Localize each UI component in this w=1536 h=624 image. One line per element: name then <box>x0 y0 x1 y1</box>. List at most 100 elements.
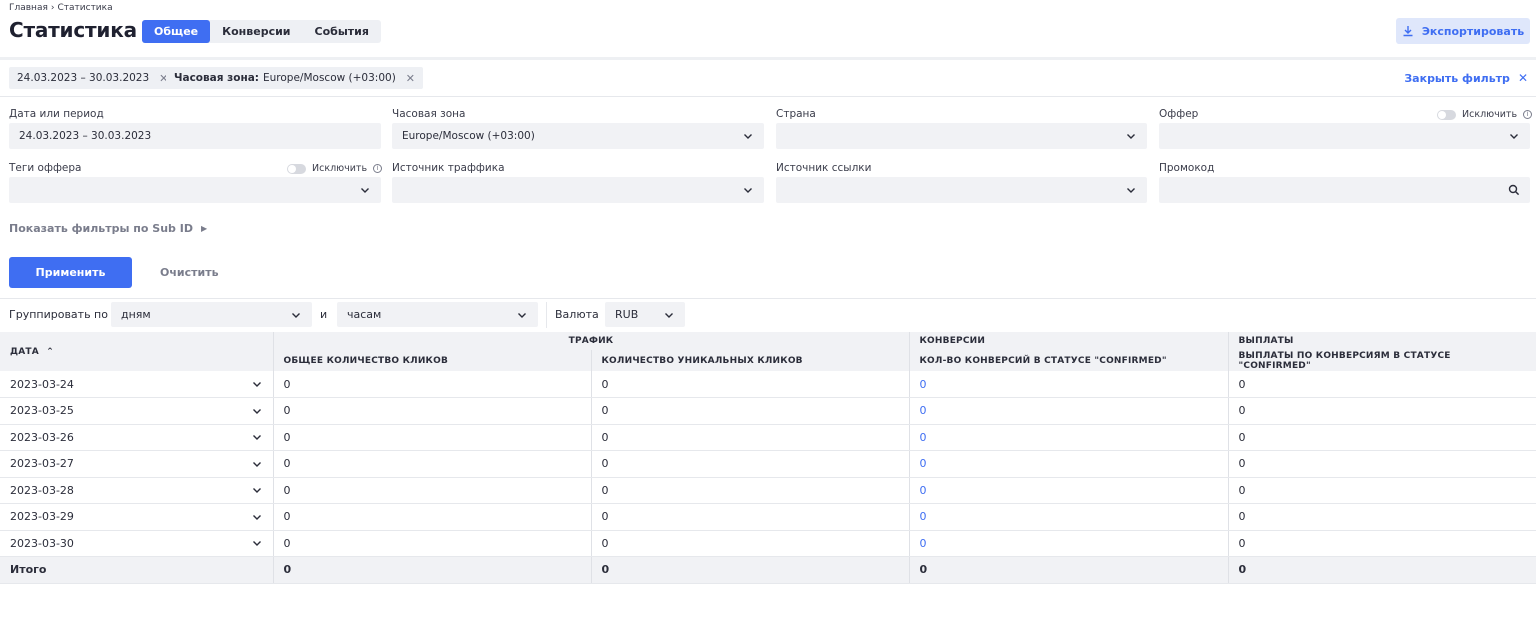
chevron-down-icon[interactable] <box>251 431 263 443</box>
export-button[interactable]: Экспортировать <box>1396 18 1530 44</box>
total-clicks-cell: 0 <box>272 424 591 451</box>
date-label: Дата или период <box>9 108 104 120</box>
conversions-link[interactable]: 0 <box>908 477 1228 504</box>
unique-clicks-sum: 0 <box>590 556 909 584</box>
divider <box>546 302 547 328</box>
date-cell: 2023-03-27 <box>0 450 273 478</box>
close-filter-button[interactable]: Закрыть фильтр ✕ <box>1404 71 1528 85</box>
row-date: 2023-03-28 <box>10 483 74 497</box>
tab-general[interactable]: Общее <box>142 20 211 43</box>
country-label: Страна <box>776 108 816 120</box>
traffic-source-select[interactable] <box>392 177 764 203</box>
total-label: Итого <box>0 556 273 584</box>
total-clicks-cell: 0 <box>272 477 591 504</box>
chevron-down-icon[interactable] <box>251 484 263 496</box>
table-row: 2023-03-30 0 0 0 0 <box>0 530 1536 557</box>
subid-label: Показать фильтры по Sub ID <box>9 222 193 235</box>
unique-clicks-cell: 0 <box>590 424 909 451</box>
conversions-link[interactable]: 0 <box>908 424 1228 451</box>
currency-select[interactable]: RUB <box>605 302 685 327</box>
payouts-cell: 0 <box>1227 530 1536 557</box>
country-select[interactable] <box>776 123 1147 149</box>
unique-clicks-cell: 0 <box>590 450 909 478</box>
promo-search-input[interactable] <box>1159 177 1530 203</box>
payouts-cell: 0 <box>1227 450 1536 478</box>
chip-date-value: 24.03.2023 – 30.03.2023 <box>17 72 150 84</box>
row-date: 2023-03-30 <box>10 536 74 550</box>
chevron-down-icon[interactable] <box>251 378 263 390</box>
row-date: 2023-03-29 <box>10 510 74 524</box>
date-header-label: ДАТА <box>10 346 39 357</box>
export-label: Экспортировать <box>1421 24 1525 38</box>
divider <box>0 96 1536 97</box>
total-clicks-cell: 0 <box>272 450 591 478</box>
offer-tags-select[interactable] <box>9 177 381 203</box>
chevron-down-icon <box>361 188 369 193</box>
date-cell: 2023-03-30 <box>0 530 273 557</box>
timezone-value: Europe/Moscow (+03:00) <box>402 130 535 142</box>
toggle-switch[interactable] <box>1437 109 1456 120</box>
view-tabs: Общее Конверсии События <box>142 20 381 43</box>
timezone-select[interactable]: Europe/Moscow (+03:00) <box>392 123 764 149</box>
chevron-down-icon <box>292 312 300 318</box>
traffic-source-label: Источник траффика <box>392 162 505 174</box>
total-clicks-cell: 0 <box>272 530 591 557</box>
divider <box>0 298 1536 299</box>
chevron-down-icon <box>1127 134 1135 139</box>
info-icon: i <box>373 164 383 173</box>
clear-button[interactable]: Очистить <box>160 266 219 279</box>
currency-label: Валюта <box>555 308 599 321</box>
date-cell: 2023-03-26 <box>0 424 273 451</box>
chevron-down-icon[interactable] <box>251 537 263 549</box>
tab-events[interactable]: События <box>303 20 381 43</box>
group-by-first-select[interactable]: дням <box>111 302 312 327</box>
payouts-cell: 0 <box>1227 503 1536 531</box>
conversions-link[interactable]: 0 <box>908 530 1228 557</box>
currency-value: RUB <box>615 308 639 321</box>
chevron-down-icon[interactable] <box>251 511 263 523</box>
total-row: Итого 0 0 0 0 <box>0 556 1536 584</box>
search-icon[interactable] <box>1508 184 1520 196</box>
conversions-link[interactable]: 0 <box>908 371 1228 398</box>
offer-exclude-toggle[interactable]: Исключить i <box>1437 109 1533 120</box>
date-period-input[interactable]: 24.03.2023 – 30.03.2023 <box>9 123 381 149</box>
offer-select[interactable] <box>1159 123 1530 149</box>
breadcrumb-home[interactable]: Главная <box>9 3 48 13</box>
link-source-select[interactable] <box>776 177 1147 203</box>
payouts-cell: 0 <box>1227 424 1536 451</box>
subid-filters-toggle[interactable]: Показать фильтры по Sub ID ▶ <box>9 222 207 235</box>
date-column-header[interactable]: ДАТА ⌃ <box>0 332 273 371</box>
conversions-header[interactable]: КОЛ-ВО КОНВЕРСИЙ В СТАТУСЕ "CONFIRMED" <box>908 350 1228 371</box>
group-by-second-select[interactable]: часам <box>337 302 538 327</box>
payouts-header[interactable]: ВЫПЛАТЫ ПО КОНВЕРСИЯМ В СТАТУСЕ "CONFIRM… <box>1227 350 1536 371</box>
tab-conversions[interactable]: Конверсии <box>210 20 302 43</box>
close-icon[interactable]: ✕ <box>406 72 415 85</box>
date-cell: 2023-03-25 <box>0 397 273 425</box>
total-clicks-header[interactable]: ОБЩЕЕ КОЛИЧЕСТВО КЛИКОВ <box>272 350 591 371</box>
chevron-down-icon[interactable] <box>251 405 263 417</box>
chevron-down-icon <box>1510 134 1518 139</box>
table-row: 2023-03-26 0 0 0 0 <box>0 424 1536 451</box>
apply-button[interactable]: Применить <box>9 257 132 288</box>
sort-up-icon: ⌃ <box>46 346 54 357</box>
toggle-switch[interactable] <box>287 163 306 174</box>
table-row: 2023-03-29 0 0 0 0 <box>0 503 1536 531</box>
unique-clicks-header[interactable]: КОЛИЧЕСТВО УНИКАЛЬНЫХ КЛИКОВ <box>590 350 909 371</box>
conversions-group-header: КОНВЕРСИИ <box>908 332 1228 350</box>
conversions-link[interactable]: 0 <box>908 503 1228 531</box>
unique-clicks-cell: 0 <box>590 477 909 504</box>
conversions-link[interactable]: 0 <box>908 397 1228 425</box>
offer-tags-exclude-toggle[interactable]: Исключить i <box>287 163 383 174</box>
table-row: 2023-03-24 0 0 0 0 <box>0 371 1536 398</box>
row-date: 2023-03-26 <box>10 430 74 444</box>
info-icon: i <box>1523 110 1533 119</box>
payouts-cell: 0 <box>1227 371 1536 398</box>
unique-clicks-cell: 0 <box>590 503 909 531</box>
conversions-link[interactable]: 0 <box>908 450 1228 478</box>
date-cell: 2023-03-28 <box>0 477 273 504</box>
payouts-cell: 0 <box>1227 477 1536 504</box>
chevron-down-icon <box>518 312 526 318</box>
chevron-down-icon[interactable] <box>251 458 263 470</box>
breadcrumb: Главная › Статистика <box>9 3 113 13</box>
chevron-down-icon <box>1127 188 1135 193</box>
